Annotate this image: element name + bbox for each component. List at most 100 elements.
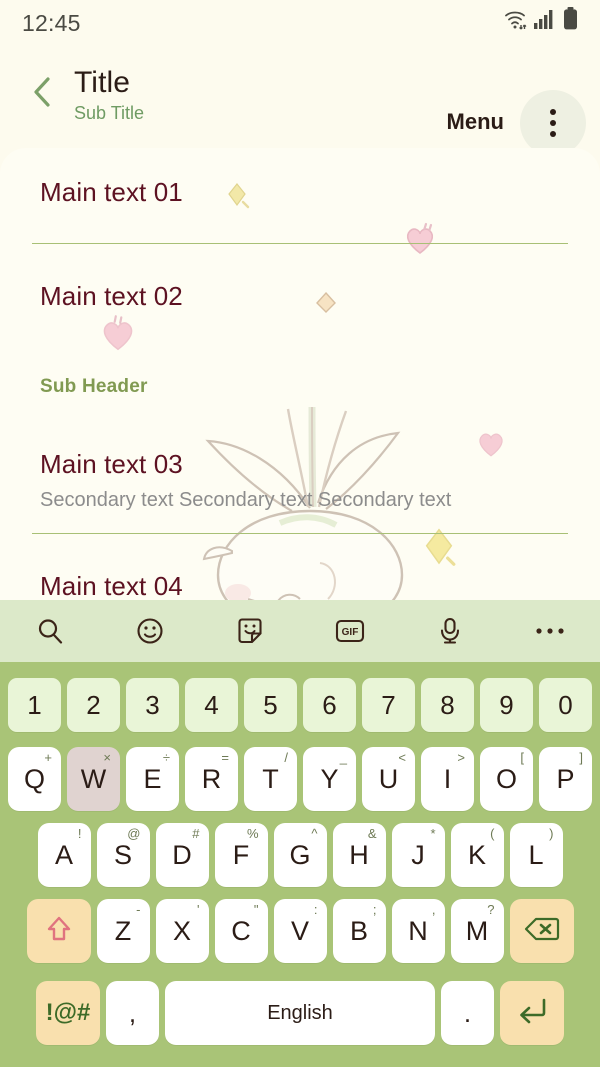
key-label: R [201,763,222,794]
symbols-key-label: !@# [45,999,91,1026]
key-secondary-label: / [284,750,288,765]
key-j[interactable]: * J [391,823,445,887]
key-k[interactable]: (K [450,823,504,887]
key-8[interactable]: 8 [421,677,474,732]
shift-key[interactable] [26,899,91,963]
key-2[interactable]: 2 [67,677,120,732]
gif-icon[interactable]: GIF [300,600,400,662]
list-item[interactable]: Main text 03 Secondary text Secondary te… [0,448,600,513]
key-g[interactable]: ^ G [273,823,327,887]
key-n[interactable]: ,N [391,899,445,963]
key-1[interactable]: 1 [8,677,61,732]
search-icon[interactable] [0,600,100,662]
more-vertical-icon[interactable] [520,90,586,156]
keyboard-row-3: - Z ' X " C: V; B, N? M [4,893,596,969]
key-m[interactable]: ? M [450,899,504,963]
heart-icon [103,315,133,351]
enter-key[interactable] [500,981,564,1045]
backspace-delete-icon [524,916,560,947]
key-w[interactable]: × W [67,747,120,811]
space-key-label: English [267,1002,333,1024]
key-secondary-label: = [221,750,229,765]
key-secondary-label: ] [579,750,583,765]
status-icon-group [503,7,578,35]
microphone-icon[interactable] [400,600,500,662]
key-6[interactable]: 6 [303,677,356,732]
key-secondary-label: ! [77,826,82,841]
key-p[interactable]: ] P [539,747,592,811]
key-secondary-label: [ [520,750,524,765]
key-q[interactable]: + Q [8,747,61,811]
key-s[interactable]: @ S [96,823,150,887]
key-7[interactable]: 7 [362,677,415,732]
key-secondary-label: % [246,826,259,841]
key-label: O [495,763,517,794]
key-label: D [172,839,192,870]
key-9[interactable]: 9 [480,677,533,732]
menu-button[interactable]: Menu [447,109,504,135]
key-label: 1 [27,689,42,720]
key-e[interactable]: ÷ E [126,747,179,811]
key-label: P [556,763,575,794]
emoji-icon[interactable] [100,600,200,662]
keyboard-row-2: ! A @ S # D% F ^ G & H * J(K) L [4,817,596,893]
key-label: Y [320,763,339,794]
dot [550,109,556,115]
key-0[interactable]: 0 [539,677,592,732]
key-label: V [290,915,309,946]
main-text: Main text 03 [40,449,183,479]
key-v[interactable]: :V [273,899,327,963]
key-label: 2 [86,689,101,720]
key-4[interactable]: 4 [185,677,238,732]
sticker-icon[interactable] [200,600,300,662]
backspace-key[interactable] [509,899,574,963]
key-l[interactable]: ) L [509,823,563,887]
more-horizontal-icon[interactable] [500,600,600,662]
key-label: W [80,763,107,794]
keyboard-row-numbers: 1 2 3 4 5 6 7 8 9 0 [4,668,596,741]
key-label: M [465,915,489,946]
comma-key[interactable]: , [106,981,159,1045]
app-bar: Title Sub Title Menu [0,46,600,156]
space-key[interactable]: English [165,981,435,1045]
back-button[interactable] [22,72,62,116]
key-c[interactable]: " C [214,899,268,963]
list-item[interactable]: Main text 02 [0,280,600,312]
signal-icon [534,8,556,35]
key-f[interactable]: % F [214,823,268,887]
dot [550,131,556,137]
symbols-key[interactable]: !@# [36,981,100,1045]
key-secondary-label: ^ [311,826,318,841]
key-y[interactable]: _ Y [303,747,356,811]
page-title: Title [74,66,131,99]
title-block: Title Sub Title [74,66,144,124]
key-secondary-label: ? [487,902,495,917]
keyboard-toolbar: GIF [0,600,600,662]
key-x[interactable]: ' X [155,899,209,963]
status-bar: 12:45 [0,0,600,46]
list-item[interactable]: Main text 04 [0,570,600,600]
key-label: B [349,915,368,946]
key-5[interactable]: 5 [244,677,297,732]
wifi-icon [503,8,527,35]
key-u[interactable]: < U [362,747,415,811]
key-z[interactable]: -Z [96,899,150,963]
key-secondary-label: # [192,826,200,841]
key-r[interactable]: = R [185,747,238,811]
main-text: Main text 02 [40,281,183,311]
list-item[interactable]: Main text 01 [0,176,600,208]
key-h[interactable]: & H [332,823,386,887]
key-d[interactable]: # D [155,823,209,887]
key-o[interactable]: [O [480,747,533,811]
key-b[interactable]: ; B [332,899,386,963]
key-a[interactable]: ! A [37,823,91,887]
period-key[interactable]: . [441,981,494,1045]
key-t[interactable]: / T [244,747,297,811]
key-secondary-label: ' [197,902,200,917]
key-label: 4 [204,689,219,720]
key-secondary-label: " [253,902,259,917]
key-3[interactable]: 3 [126,677,179,732]
battery-icon [563,7,578,35]
key-secondary-label: & [367,826,377,841]
key-i[interactable]: > I [421,747,474,811]
